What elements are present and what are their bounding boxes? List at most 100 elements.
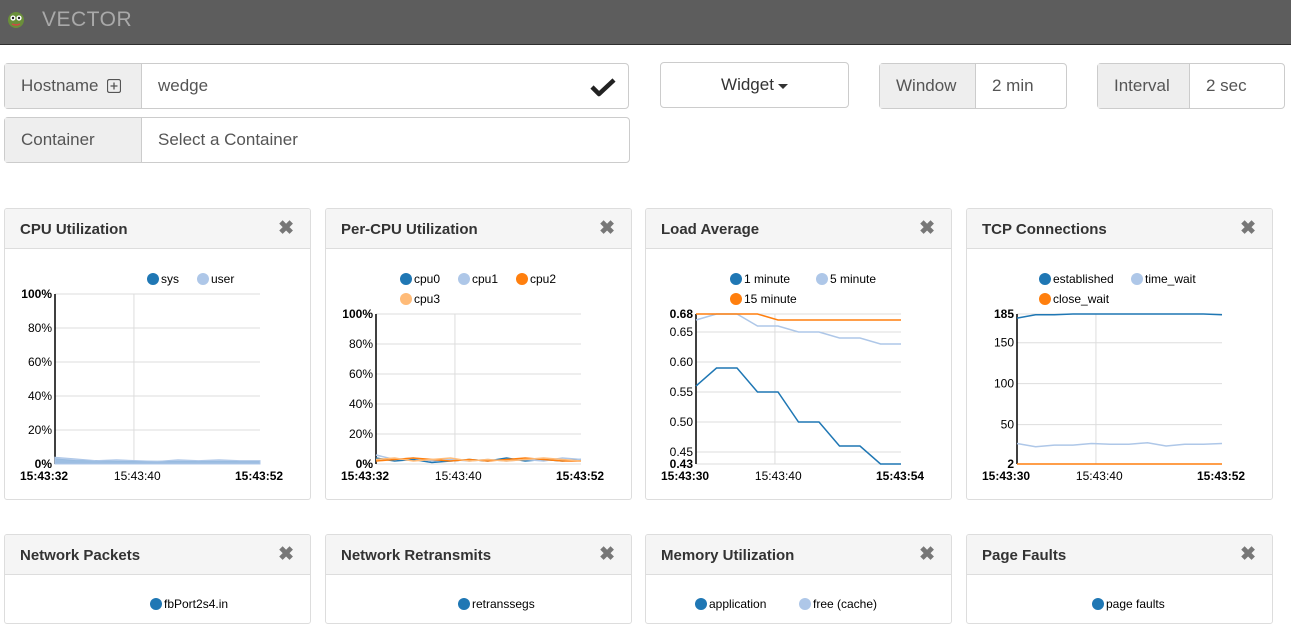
y-tick-label: 80% [349, 337, 373, 351]
memory-utilization-legend: application free (cache) [695, 597, 877, 611]
x-tick-label: 15:43:30 [982, 469, 1030, 483]
legend-swatch [516, 273, 528, 285]
plus-square-icon[interactable] [107, 79, 122, 93]
widget-network-retransmits: Network Retransmits ✖ retranssegs [325, 534, 632, 624]
widget-header: Network Retransmits ✖ [326, 535, 631, 575]
widget-title: Network Retransmits [341, 547, 492, 564]
network-retransmits-legend: retranssegs [458, 597, 535, 611]
vector-logo-icon[interactable] [6, 9, 26, 29]
legend-label: close_wait [1053, 292, 1110, 306]
legend-label: cpu0 [414, 272, 440, 286]
y-tick-label: 100% [21, 287, 52, 301]
legend-label: cpu1 [472, 272, 498, 286]
widget-per-cpu-utilization: Per-CPU Utilization ✖ cpu0 cpu1 cpu2 cpu3 0%… [325, 208, 632, 500]
hostname-input[interactable]: wedge [142, 64, 628, 108]
y-tick-label: 20% [349, 427, 373, 441]
widget-header: Load Average ✖ [646, 209, 951, 249]
window-value: 2 min [992, 76, 1034, 95]
y-tick-label: 60% [28, 355, 52, 369]
widget-page-faults: Page Faults ✖ page faults [966, 534, 1273, 624]
x-tick-label: 15:43:32 [20, 469, 68, 483]
legend-label: fbPort2s4.in [164, 597, 228, 611]
legend-label: retranssegs [472, 597, 535, 611]
legend-label: page faults [1106, 597, 1165, 611]
x-tick-label: 15:43:52 [235, 469, 283, 483]
legend-swatch [695, 598, 707, 610]
widget-title: Per-CPU Utilization [341, 221, 478, 238]
tcp-connections-chart: established time_waitclose_wait2501001501… [982, 272, 1245, 483]
window-input-group: Window 2 min [879, 63, 1067, 109]
network-packets-legend: fbPort2s4.in [150, 597, 228, 611]
series-line-5-minute [695, 313, 901, 345]
y-tick-label: 50 [1001, 418, 1015, 432]
y-tick-label: 150 [994, 336, 1014, 350]
legend-swatch [799, 598, 811, 610]
y-tick-label: 60% [349, 367, 373, 381]
close-icon[interactable]: ✖ [1240, 217, 1256, 240]
widget-header: Memory Utilization ✖ [646, 535, 951, 575]
legend-swatch [458, 273, 470, 285]
widget-title: Memory Utilization [661, 547, 795, 564]
legend-swatch [730, 273, 742, 285]
interval-input-group: Interval 2 sec [1097, 63, 1285, 109]
close-icon[interactable]: ✖ [599, 543, 615, 566]
legend-swatch [147, 273, 159, 285]
container-select[interactable]: Select a Container [142, 118, 629, 162]
widget-title: Page Faults [982, 547, 1067, 564]
close-icon[interactable]: ✖ [278, 543, 294, 566]
close-icon[interactable]: ✖ [919, 543, 935, 566]
window-select[interactable]: 2 min [976, 64, 1066, 108]
y-tick-label: 80% [28, 321, 52, 335]
y-tick-label: 40% [28, 389, 52, 403]
container-label: Container [21, 130, 95, 149]
legend-label: free (cache) [813, 597, 877, 611]
legend-swatch [197, 273, 209, 285]
y-tick-label: 20% [28, 423, 52, 437]
caret-down-icon [777, 83, 788, 89]
widget-dropdown-button[interactable]: Widget [660, 62, 849, 108]
legend-label: 15 minute [744, 292, 797, 306]
page-faults-legend: page faults [1092, 597, 1165, 611]
container-input-group: Container Select a Container [4, 117, 630, 163]
close-icon[interactable]: ✖ [599, 217, 615, 240]
y-tick-label: 0.65 [670, 325, 694, 339]
widget-load-average: Load Average ✖ 1 minute 5 minute 15 minute… [645, 208, 952, 500]
legend-label: sys [161, 272, 179, 286]
y-tick-label: 100 [994, 377, 1014, 391]
y-tick-label: 40% [349, 397, 373, 411]
legend-swatch [1131, 273, 1143, 285]
close-icon[interactable]: ✖ [1240, 543, 1256, 566]
y-tick-label: 0.50 [670, 415, 694, 429]
legend-swatch [400, 273, 412, 285]
x-tick-label: 15:43:54 [876, 469, 924, 483]
legend-swatch [400, 293, 412, 305]
container-addon: Container [5, 118, 142, 162]
legend-swatch [730, 293, 742, 305]
checkmark-icon[interactable] [590, 77, 616, 97]
series-line-1-minute [695, 367, 901, 465]
close-icon[interactable]: ✖ [919, 217, 935, 240]
widget-tcp-connections: TCP Connections ✖ established time_wait cl… [966, 208, 1273, 500]
widget-network-packets: Network Packets ✖ fbPort2s4.in [4, 534, 311, 624]
legend-swatch [150, 598, 162, 610]
legend-label: cpu2 [530, 272, 556, 286]
legend-label: application [709, 597, 766, 611]
y-tick-label: 0.55 [670, 385, 694, 399]
x-tick-label: 15:43:52 [1197, 469, 1245, 483]
widget-title: CPU Utilization [20, 221, 128, 238]
window-addon: Window [880, 64, 976, 108]
legend-swatch [816, 273, 828, 285]
x-tick-label: 15:43:30 [661, 469, 709, 483]
interval-select[interactable]: 2 sec [1190, 64, 1284, 108]
x-tick-label: 15:43:52 [556, 469, 604, 483]
widget-title: Load Average [661, 221, 760, 238]
close-icon[interactable]: ✖ [278, 217, 294, 240]
widget-label: Widget [721, 75, 774, 94]
load-average-chart: 1 minute 5 minute15 minute0.430.450.500.5… [661, 272, 924, 483]
widget-title: TCP Connections [982, 221, 1107, 238]
legend-label: 5 minute [830, 272, 876, 286]
hostname-value: wedge [158, 76, 209, 95]
hostname-label: Hostname [21, 76, 99, 95]
brand-title[interactable]: VECTOR [42, 8, 132, 32]
legend-swatch [1092, 598, 1104, 610]
